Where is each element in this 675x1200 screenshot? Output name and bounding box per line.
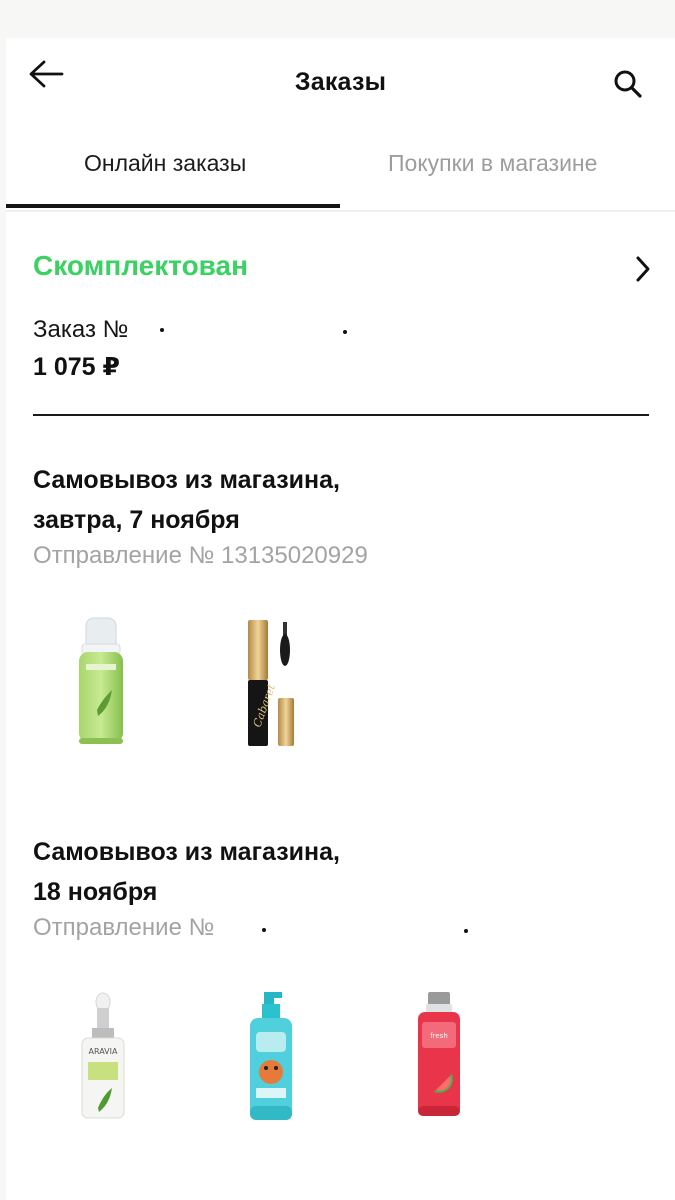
order-number-redaction-dot bbox=[343, 330, 347, 334]
shipment-title: Самовывоз из магазина, 18 ноября bbox=[33, 832, 340, 912]
tab-store-purchases[interactable]: Покупки в магазине bbox=[388, 150, 597, 177]
order-number-redaction-dot bbox=[160, 328, 164, 332]
shipment-number: Отправление № bbox=[33, 914, 215, 941]
search-icon bbox=[614, 70, 642, 98]
divider bbox=[33, 414, 649, 416]
svg-text:fresh: fresh bbox=[430, 1032, 448, 1040]
mascara-image: Cabaret bbox=[248, 620, 294, 746]
product-foam-cleanser[interactable] bbox=[72, 610, 126, 753]
shipment-title-line: завтра, 7 ноября bbox=[33, 506, 240, 534]
search-button[interactable] bbox=[608, 64, 648, 104]
shampoo-bottle-image bbox=[250, 992, 292, 1120]
orders-tabs: Онлайн заказы Покупки в магазине bbox=[6, 138, 675, 212]
chevron-right-icon bbox=[636, 256, 650, 282]
orders-screen: Заказы Онлайн заказы Покупки в магазине … bbox=[6, 38, 675, 1200]
page-title: Заказы bbox=[294, 68, 387, 96]
shipment-title-line: 18 ноября bbox=[33, 878, 158, 906]
order-status[interactable]: Скомплектован bbox=[33, 250, 248, 282]
serum-bottle-image: ARAVIA bbox=[81, 992, 125, 1119]
svg-text:ARAVIA: ARAVIA bbox=[89, 1047, 119, 1056]
shipment-title: Самовывоз из магазина, завтра, 7 ноября bbox=[33, 460, 340, 540]
order-number-label: Заказ № bbox=[33, 316, 129, 343]
order-total: 1 075 ₽ bbox=[33, 353, 120, 381]
product-shampoo[interactable] bbox=[242, 988, 302, 1129]
foam-cleanser-image bbox=[79, 617, 123, 744]
red-bottle-image: fresh bbox=[418, 992, 460, 1116]
top-bar: Заказы bbox=[6, 38, 675, 128]
shipment-number-redaction-dot bbox=[464, 929, 468, 933]
product-red-bottle[interactable]: fresh bbox=[412, 988, 466, 1127]
tab-online-orders[interactable]: Онлайн заказы bbox=[84, 150, 246, 177]
shipment-number: Отправление № 13135020929 bbox=[33, 542, 368, 569]
shipment-title-line: Самовывоз из магазина, bbox=[33, 838, 340, 866]
order-details-button[interactable] bbox=[628, 252, 658, 286]
shipment-number-redaction-dot bbox=[262, 928, 266, 932]
active-tab-indicator bbox=[6, 204, 340, 208]
shipment-title-line: Самовывоз из магазина, bbox=[33, 466, 340, 494]
product-serum[interactable]: ARAVIA bbox=[76, 990, 130, 1127]
product-mascara[interactable]: Cabaret bbox=[242, 610, 302, 755]
